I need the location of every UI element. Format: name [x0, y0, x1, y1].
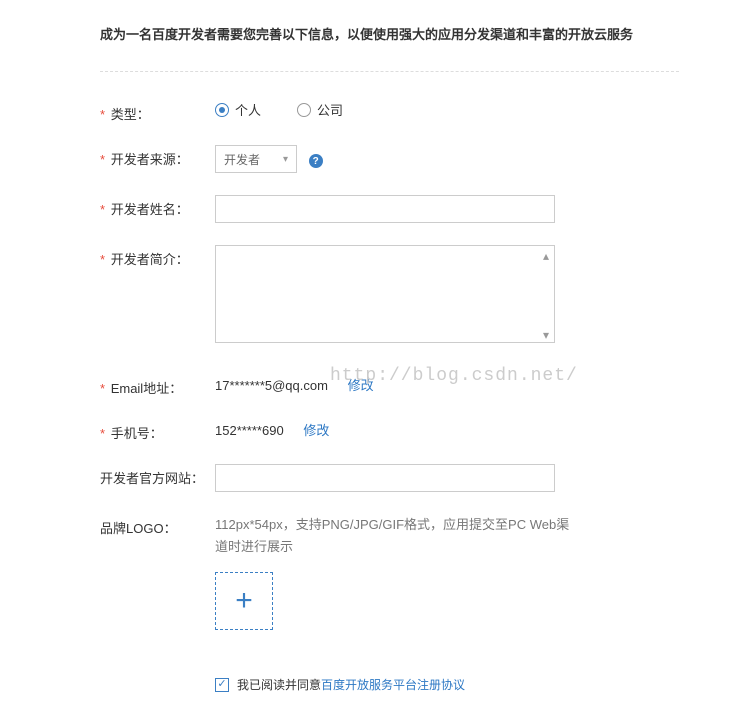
- logo-hint: 112px*54px，支持PNG/JPG/GIF格式，应用提交至PC Web渠道…: [215, 514, 575, 558]
- email-value: 17*******5@qq.com: [215, 374, 328, 393]
- label-source: 开发者来源：: [111, 152, 189, 167]
- intro-textarea[interactable]: [215, 245, 555, 343]
- required-mark: *: [100, 107, 105, 122]
- label-logo: 品牌LOGO：: [100, 521, 177, 536]
- required-mark: *: [100, 381, 105, 396]
- required-mark: *: [100, 252, 105, 267]
- label-intro: 开发者简介：: [111, 252, 189, 267]
- row-phone: * 手机号： 152*****690 修改: [100, 419, 679, 442]
- radio-label-personal: 个人: [235, 100, 261, 119]
- row-website: 开发者官方网站：: [100, 464, 679, 492]
- plus-icon: +: [235, 586, 253, 616]
- select-value: 开发者: [224, 151, 260, 168]
- row-source: * 开发者来源： 开发者 ▾ ?: [100, 145, 679, 173]
- website-input[interactable]: [215, 464, 555, 492]
- required-mark: *: [100, 202, 105, 217]
- check-icon: ✓: [217, 679, 226, 690]
- row-type: * 类型： 个人 公司: [100, 100, 679, 123]
- phone-value: 152*****690: [215, 419, 284, 438]
- label-type: 类型：: [111, 107, 150, 122]
- help-icon[interactable]: ?: [309, 154, 323, 168]
- label-website: 开发者官方网站：: [100, 471, 204, 486]
- logo-upload-button[interactable]: +: [215, 572, 273, 630]
- radio-label-company: 公司: [317, 100, 343, 119]
- row-email: * Email地址： 17*******5@qq.com 修改: [100, 374, 679, 397]
- radio-company[interactable]: 公司: [297, 100, 343, 119]
- radio-circle-icon: [297, 103, 311, 117]
- chevron-down-icon: ▾: [283, 154, 288, 165]
- radio-personal[interactable]: 个人: [215, 100, 261, 119]
- page-title: 成为一名百度开发者需要您完善以下信息，以便使用强大的应用分发渠道和丰富的开放云服…: [100, 24, 679, 43]
- label-phone: 手机号：: [111, 426, 163, 441]
- required-mark: *: [100, 426, 105, 441]
- agreement-prefix: 我已阅读并同意: [237, 678, 321, 692]
- radio-circle-icon: [215, 103, 229, 117]
- source-select[interactable]: 开发者 ▾: [215, 145, 297, 173]
- agreement-row: ✓ 我已阅读并同意百度开放服务平台注册协议: [215, 676, 679, 693]
- row-name: * 开发者姓名：: [100, 195, 679, 223]
- row-intro: * 开发者简介： ▴ ▾: [100, 245, 679, 346]
- name-input[interactable]: [215, 195, 555, 223]
- phone-modify-link[interactable]: 修改: [303, 423, 329, 438]
- row-logo: 品牌LOGO： 112px*54px，支持PNG/JPG/GIF格式，应用提交至…: [100, 514, 679, 693]
- label-email: Email地址：: [111, 381, 183, 396]
- label-name: 开发者姓名：: [111, 202, 189, 217]
- required-mark: *: [100, 152, 105, 167]
- divider: [100, 71, 679, 72]
- email-modify-link[interactable]: 修改: [348, 378, 374, 393]
- agreement-link[interactable]: 百度开放服务平台注册协议: [321, 678, 465, 692]
- agreement-checkbox[interactable]: ✓: [215, 678, 229, 692]
